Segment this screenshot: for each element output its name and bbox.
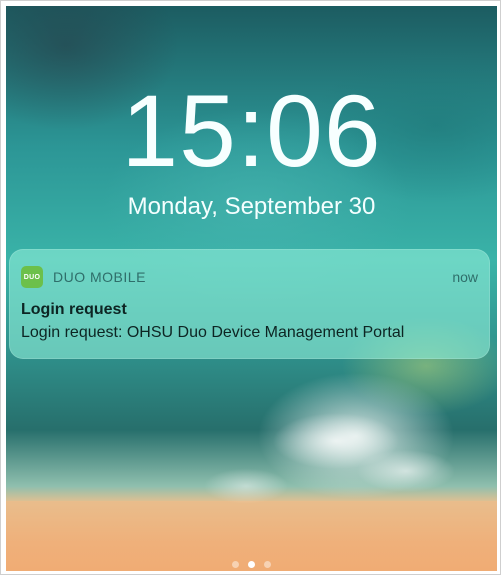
wallpaper-surf — [186, 401, 496, 506]
page-dot-1[interactable] — [232, 561, 239, 568]
notification-time: now — [452, 269, 478, 285]
screenshot-frame: 15:06 Monday, September 30 DUO DUO MOBIL… — [0, 0, 501, 575]
page-dot-2[interactable] — [248, 561, 255, 568]
clock-time: 15:06 — [121, 74, 382, 188]
notification-title: Login request — [21, 301, 127, 318]
notification-body: Login request: OHSU Duo Device Managemen… — [21, 324, 405, 341]
duo-icon-label: DUO — [23, 273, 41, 281]
notification-app-name: DUO MOBILE — [53, 269, 146, 285]
lock-screen: 15:06 Monday, September 30 DUO DUO MOBIL… — [6, 6, 497, 571]
page-indicator[interactable] — [6, 561, 497, 568]
page-dot-3[interactable] — [264, 561, 271, 568]
duo-app-icon: DUO — [21, 266, 43, 288]
clock-date: Monday, September 30 — [127, 193, 376, 220]
duo-notification[interactable]: DUO DUO MOBILE now Login request Login r… — [9, 249, 490, 359]
